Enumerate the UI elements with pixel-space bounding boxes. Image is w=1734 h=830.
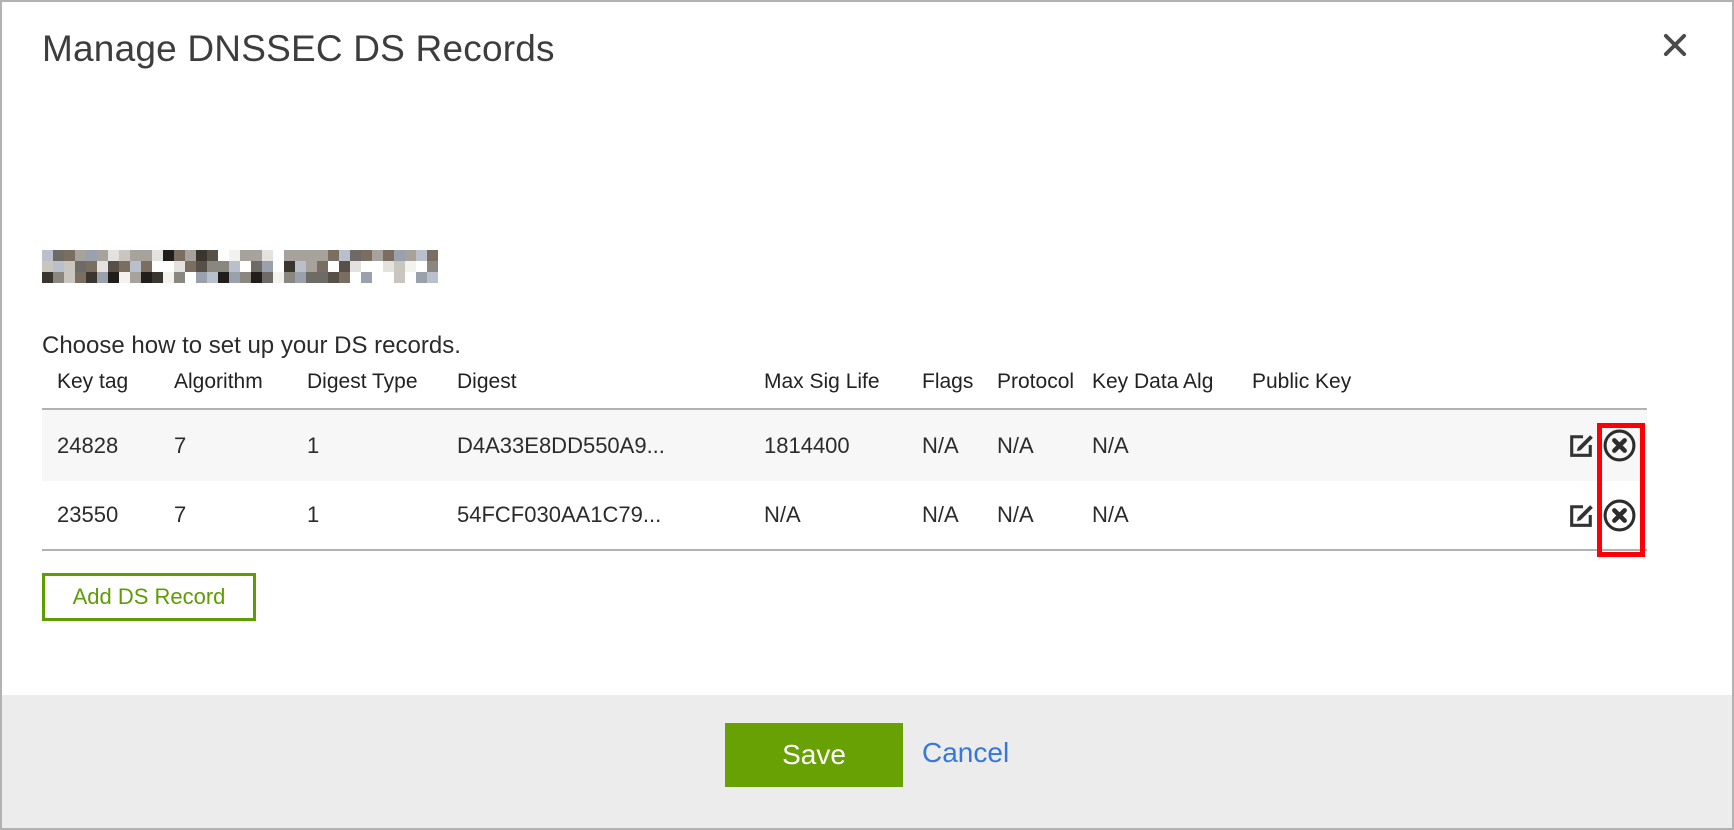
column-header: Digest Type <box>307 370 457 409</box>
table-cell <box>1252 409 1557 481</box>
table-cell: 24828 <box>42 409 174 481</box>
table-cell: N/A <box>922 481 997 550</box>
edit-icon <box>1565 520 1598 535</box>
table-cell: 23550 <box>42 481 174 550</box>
instruction-text: Choose how to set up your DS records. <box>42 332 461 360</box>
column-header: Algorithm <box>174 370 307 409</box>
table-cell: 1 <box>307 409 457 481</box>
delete-icon <box>1602 451 1637 466</box>
close-button[interactable] <box>1658 28 1692 62</box>
close-icon <box>1660 48 1690 63</box>
column-header: Max Sig Life <box>764 370 922 409</box>
table-cell: D4A33E8DD550A9... <box>457 409 764 481</box>
table-cell: 7 <box>174 409 307 481</box>
add-ds-record-button[interactable]: Add DS Record <box>42 573 256 621</box>
redacted-domain-name <box>42 250 438 283</box>
cancel-link[interactable]: Cancel <box>922 737 1009 769</box>
edit-icon <box>1565 450 1598 465</box>
table-row: 235507154FCF030AA1C79...N/AN/AN/AN/A <box>42 481 1647 550</box>
ds-records-table: Key tagAlgorithmDigest TypeDigestMax Sig… <box>42 370 1647 551</box>
ds-table-header-row: Key tagAlgorithmDigest TypeDigestMax Sig… <box>42 370 1647 409</box>
table-cell: N/A <box>1092 481 1252 550</box>
table-cell: N/A <box>922 409 997 481</box>
save-button[interactable]: Save <box>725 723 903 787</box>
ds-table-body: 2482871D4A33E8DD550A9...1814400N/AN/AN/A… <box>42 409 1647 550</box>
table-cell: N/A <box>997 481 1092 550</box>
column-header: Public Key <box>1252 370 1557 409</box>
table-cell: 1 <box>307 481 457 550</box>
edit-record-button[interactable] <box>1563 499 1600 532</box>
delete-record-button[interactable] <box>1600 428 1639 463</box>
column-header: Digest <box>457 370 764 409</box>
delete-record-button[interactable] <box>1600 498 1639 533</box>
column-header: Flags <box>922 370 997 409</box>
table-cell: N/A <box>997 409 1092 481</box>
table-cell: 7 <box>174 481 307 550</box>
delete-icon <box>1602 521 1637 536</box>
column-header: Protocol <box>997 370 1092 409</box>
table-row: 2482871D4A33E8DD550A9...1814400N/AN/AN/A <box>42 409 1647 481</box>
edit-record-button[interactable] <box>1563 429 1600 462</box>
column-header: Key Data Alg <box>1092 370 1252 409</box>
table-cell <box>1252 481 1557 550</box>
table-cell: N/A <box>1092 409 1252 481</box>
table-cell: 54FCF030AA1C79... <box>457 481 764 550</box>
dialog-footer: Save Cancel <box>2 695 1732 828</box>
row-actions <box>1557 481 1647 550</box>
dialog-title: Manage DNSSEC DS Records <box>42 28 555 70</box>
manage-dnssec-dialog: Manage DNSSEC DS Records Choose how to s… <box>0 0 1734 830</box>
column-header: Key tag <box>42 370 174 409</box>
table-cell: 1814400 <box>764 409 922 481</box>
row-actions <box>1557 409 1647 481</box>
table-cell: N/A <box>764 481 922 550</box>
